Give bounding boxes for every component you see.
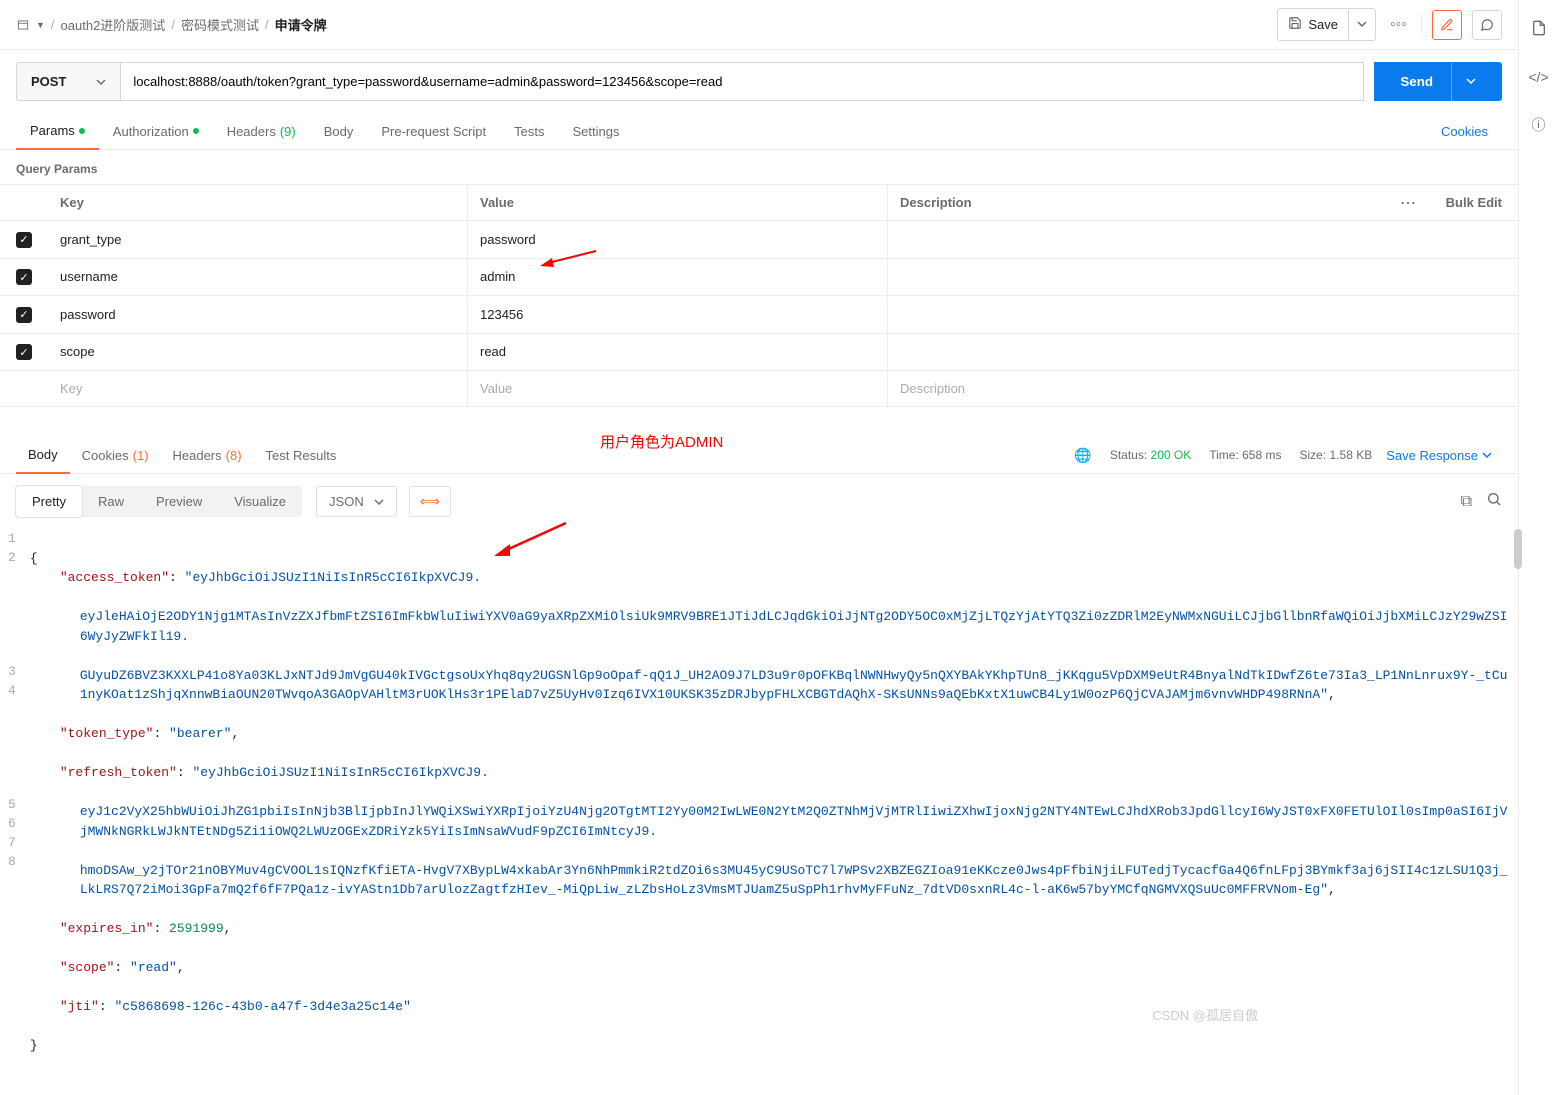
- bc-collection[interactable]: oauth2进阶版测试: [61, 15, 166, 34]
- copy-icon[interactable]: ⧉: [1461, 493, 1472, 511]
- tab-headers[interactable]: Headers (9): [213, 114, 310, 149]
- tab-auth[interactable]: Authorization: [99, 114, 213, 149]
- param-row[interactable]: ✓ password123456: [0, 296, 1518, 334]
- tab-tests[interactable]: Tests: [500, 114, 558, 149]
- param-row[interactable]: ✓ usernameadmin: [0, 259, 1518, 297]
- hdr-more[interactable]: ⋯: [1378, 193, 1438, 213]
- send-button[interactable]: Send: [1374, 62, 1502, 101]
- collection-icon[interactable]: [16, 18, 30, 32]
- bulk-edit[interactable]: Bulk Edit: [1438, 195, 1518, 210]
- tab-params[interactable]: Params: [16, 113, 99, 150]
- save-button[interactable]: Save: [1278, 9, 1348, 40]
- param-key[interactable]: username: [48, 259, 468, 294]
- param-key[interactable]: scope: [48, 334, 468, 369]
- view-visualize[interactable]: Visualize: [218, 486, 302, 517]
- checkbox-icon[interactable]: ✓: [16, 232, 32, 248]
- hdr-value: Value: [468, 185, 888, 220]
- size: Size: 1.58 KB: [1299, 448, 1372, 462]
- param-value[interactable]: password: [468, 222, 888, 257]
- query-params-label: Query Params: [0, 150, 1518, 184]
- param-row-new[interactable]: [0, 371, 1518, 407]
- resp-tab-tests[interactable]: Test Results: [254, 438, 349, 473]
- chevron-down-icon[interactable]: ▼: [36, 20, 45, 30]
- time: Time: 658 ms: [1209, 448, 1281, 462]
- checkbox-icon[interactable]: ✓: [16, 269, 32, 285]
- view-pretty[interactable]: Pretty: [16, 486, 82, 517]
- view-raw[interactable]: Raw: [82, 486, 140, 517]
- param-desc[interactable]: [888, 342, 1378, 362]
- send-dropdown[interactable]: [1451, 62, 1476, 101]
- bc-current: 申请令牌: [275, 15, 327, 34]
- hdr-key: Key: [48, 185, 468, 220]
- resp-tab-body[interactable]: Body: [16, 437, 70, 474]
- save-response[interactable]: Save Response: [1376, 448, 1502, 463]
- rail-info-icon[interactable]: ⓘ: [1532, 115, 1546, 135]
- checkbox-icon[interactable]: ✓: [16, 307, 32, 323]
- globe-icon[interactable]: 🌐: [1074, 447, 1091, 464]
- tab-settings[interactable]: Settings: [558, 114, 633, 149]
- search-icon[interactable]: [1486, 491, 1502, 512]
- resp-tab-headers[interactable]: Headers (8): [161, 438, 254, 473]
- tab-prereq[interactable]: Pre-request Script: [367, 114, 500, 149]
- param-row[interactable]: ✓ grant_typepassword: [0, 221, 1518, 259]
- rail-docs-icon[interactable]: [1531, 20, 1547, 39]
- floppy-icon: [1288, 16, 1302, 33]
- chevron-down-icon: [96, 77, 106, 87]
- param-desc[interactable]: [888, 304, 1378, 324]
- param-key[interactable]: password: [48, 297, 468, 332]
- wrap-toggle[interactable]: ⟺: [409, 486, 451, 517]
- edit-icon[interactable]: [1432, 10, 1462, 40]
- url-input[interactable]: [120, 62, 1364, 101]
- format-select[interactable]: JSON: [316, 486, 397, 517]
- save-dropdown[interactable]: [1348, 10, 1375, 39]
- response-tabs: Body Cookies (1) Headers (8) Test Result…: [0, 437, 1518, 474]
- param-row[interactable]: ✓ scoperead: [0, 334, 1518, 372]
- param-key[interactable]: grant_type: [48, 222, 468, 257]
- param-desc[interactable]: [888, 229, 1378, 249]
- watermark: CSDN @孤居自傲: [1152, 1005, 1258, 1024]
- method-label: POST: [31, 74, 66, 89]
- param-value[interactable]: admin: [468, 259, 888, 294]
- method-select[interactable]: POST: [16, 62, 120, 101]
- breadcrumb: ▼ / oauth2进阶版测试 / 密码模式测试 / 申请令牌: [16, 15, 1277, 34]
- send-label: Send: [1400, 74, 1433, 89]
- params-header-row: Key Value Description ⋯ Bulk Edit: [0, 184, 1518, 221]
- param-value[interactable]: read: [468, 334, 888, 369]
- bc-folder[interactable]: 密码模式测试: [181, 15, 259, 34]
- status: Status: 200 OK: [1110, 448, 1191, 462]
- hdr-desc: Description: [888, 185, 1378, 220]
- save-label: Save: [1308, 17, 1338, 32]
- request-tabs: Params Authorization Headers (9) Body Pr…: [0, 113, 1518, 150]
- comments-icon[interactable]: [1472, 10, 1502, 40]
- param-desc[interactable]: [888, 267, 1378, 287]
- rail-code-icon[interactable]: </>: [1528, 69, 1548, 85]
- line-gutter: 12 34 5678: [8, 529, 30, 1075]
- new-value-input[interactable]: [480, 381, 875, 396]
- new-key-input[interactable]: [60, 381, 455, 396]
- more-options[interactable]: ◦◦◦: [1386, 16, 1411, 34]
- new-desc-input[interactable]: [900, 381, 1366, 396]
- scrollbar[interactable]: [1514, 529, 1522, 569]
- response-body[interactable]: 12 34 5678 { "access_token": "eyJhbGciOi…: [0, 529, 1518, 1095]
- cookies-link[interactable]: Cookies: [1427, 114, 1502, 149]
- param-value[interactable]: 123456: [468, 297, 888, 332]
- tab-body[interactable]: Body: [310, 114, 368, 149]
- save-button-group: Save: [1277, 8, 1376, 41]
- view-preview[interactable]: Preview: [140, 486, 218, 517]
- right-rail: </> ⓘ: [1518, 0, 1558, 1095]
- resp-tab-cookies[interactable]: Cookies (1): [70, 438, 161, 473]
- view-mode-tabs: Pretty Raw Preview Visualize: [16, 486, 302, 517]
- checkbox-icon[interactable]: ✓: [16, 344, 32, 360]
